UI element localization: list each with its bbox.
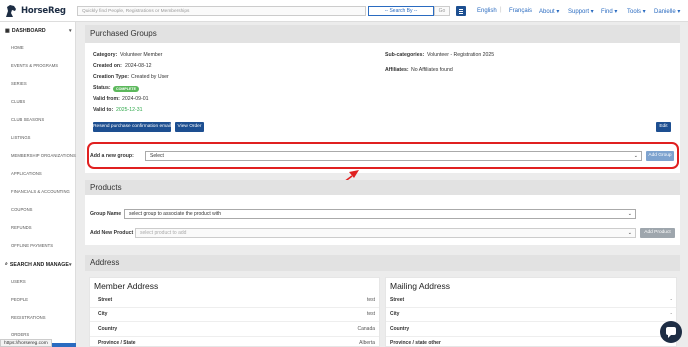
city-value: - xyxy=(670,311,672,317)
province-value: Alberta xyxy=(359,340,375,346)
city-label: City xyxy=(390,311,400,317)
panel-title: Address xyxy=(85,255,680,271)
add-product-label: Add New Product xyxy=(90,230,134,236)
add-product-select[interactable]: select product to add ⌄ xyxy=(135,228,636,238)
province-label: Province / State xyxy=(98,340,136,346)
city-value: test xyxy=(366,311,375,317)
address-row: City test xyxy=(90,307,379,322)
chat-icon[interactable] xyxy=(660,321,682,343)
chat-bubble-icon xyxy=(666,327,676,338)
group-name-select[interactable]: select group to associate the product wi… xyxy=(124,209,636,219)
add-product-button[interactable]: Add Product xyxy=(640,228,675,238)
mailing-address-card: Mailing Address Street - City - Country- P… xyxy=(385,277,677,347)
street-value: test xyxy=(366,297,375,303)
street-label: Street xyxy=(98,297,113,303)
country-label: Country xyxy=(98,326,118,332)
mailing-address-title: Mailing Address xyxy=(390,281,451,291)
street-label: Street xyxy=(390,297,405,303)
panel-title: Products xyxy=(85,180,680,195)
country-value: Canada xyxy=(357,326,375,332)
member-address-card: Member Address Street test City test Count… xyxy=(89,277,380,347)
add-product-select-value: select product to add xyxy=(140,230,187,236)
country-label: Country xyxy=(390,326,410,332)
address-row: City - xyxy=(386,307,676,322)
chevron-down-icon: ⌄ xyxy=(627,211,632,217)
address-row: Province / State Alberta xyxy=(90,336,379,347)
address-row: Country- xyxy=(386,322,676,337)
address-row: Street test xyxy=(90,293,379,308)
group-name-label: Group Name xyxy=(90,211,122,217)
address-row: Country Canada xyxy=(90,322,379,337)
member-address-title: Member Address xyxy=(94,281,159,291)
street-value: - xyxy=(670,297,672,303)
chevron-down-icon: ⌄ xyxy=(627,230,632,236)
products-panel: Products Group Name select group to asso… xyxy=(85,180,680,245)
group-name-select-value: select group to associate the product wi… xyxy=(129,211,221,217)
city-label: City xyxy=(98,311,108,317)
province-label: Province / state other xyxy=(390,340,441,346)
address-row: Province / state other xyxy=(386,336,676,347)
address-row: Street - xyxy=(386,293,676,308)
